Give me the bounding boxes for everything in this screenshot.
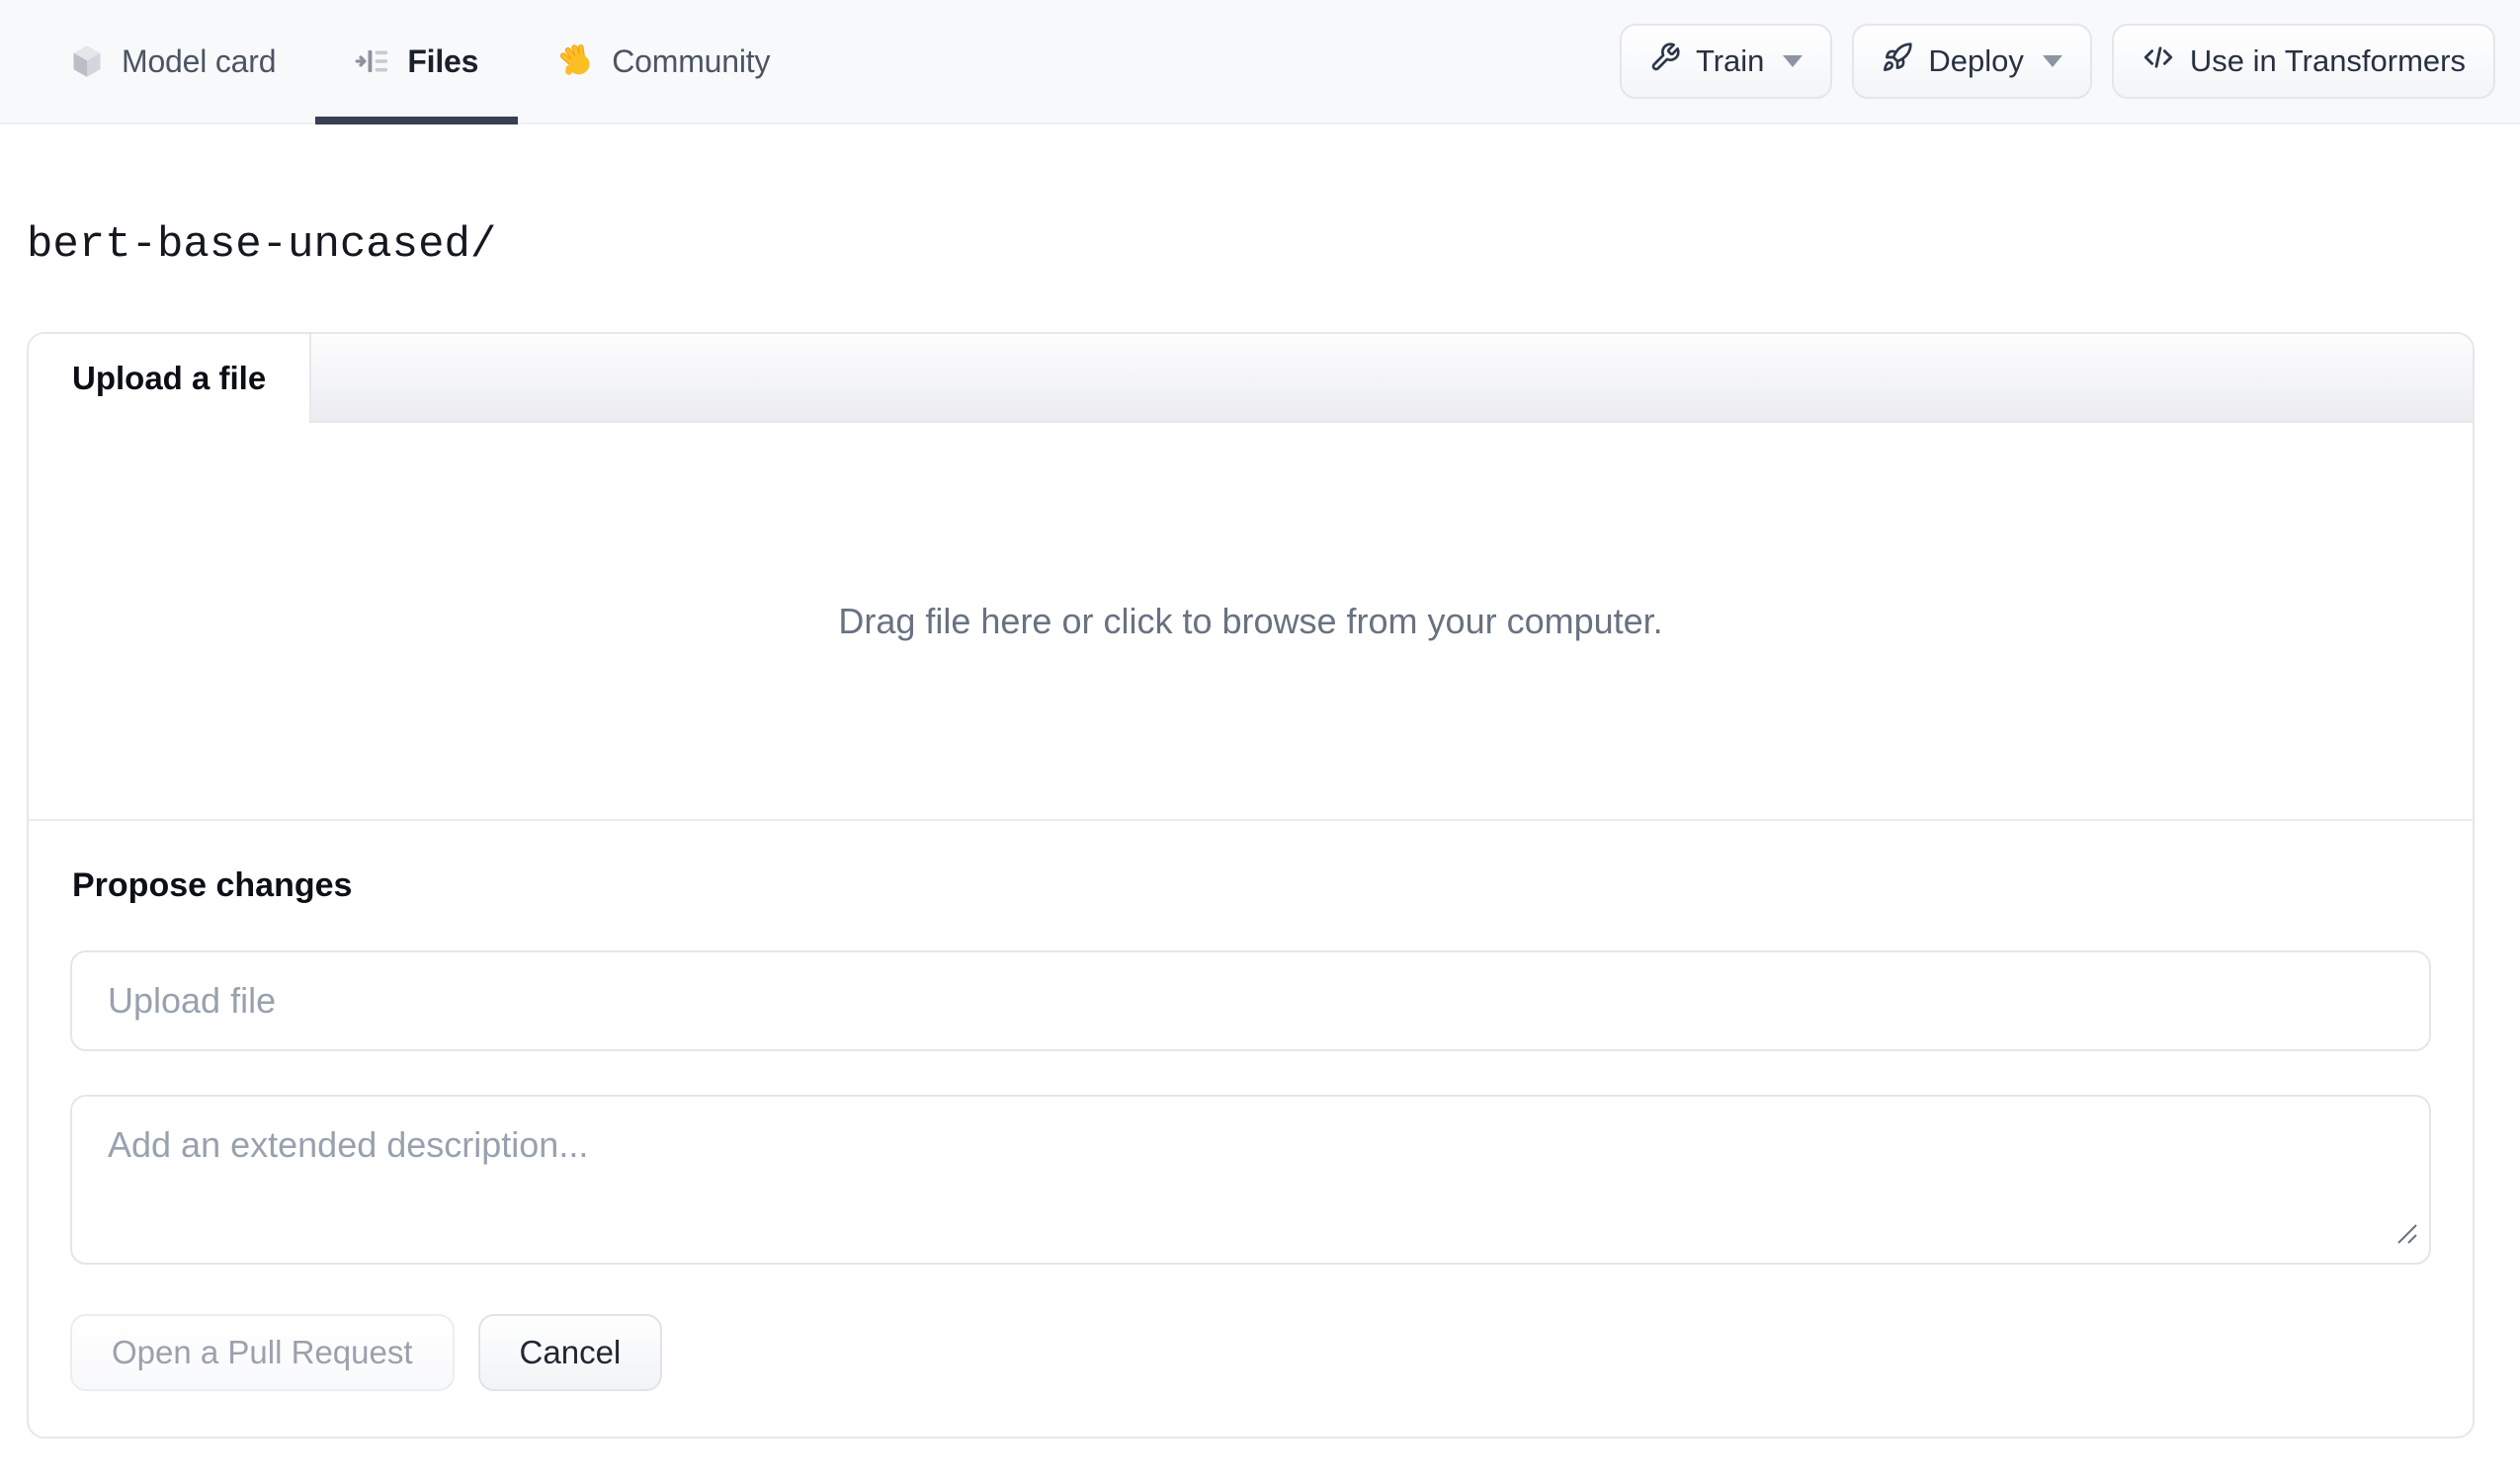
dropzone-hint-text: Drag file here or click to browse from y… xyxy=(838,600,1663,641)
tab-community-label: Community xyxy=(612,42,771,79)
tab-files-label: Files xyxy=(407,42,479,79)
repo-header: Model card Files Community Train Deploy … xyxy=(0,0,2520,124)
file-dropzone[interactable]: Drag file here or click to browse from y… xyxy=(29,423,2473,821)
waving-hand-icon xyxy=(557,42,595,80)
extended-description-textarea[interactable] xyxy=(70,1095,2431,1265)
chevron-down-icon xyxy=(1783,55,1804,67)
deploy-button[interactable]: Deploy xyxy=(1852,24,2092,99)
propose-changes-section: Propose changes Open a Pull Request Canc… xyxy=(29,821,2473,1437)
upload-card-tab-bar: Upload a file xyxy=(29,334,2473,423)
open-pull-request-button[interactable]: Open a Pull Request xyxy=(70,1314,455,1391)
use-in-transformers-button-label: Use in Transformers xyxy=(2189,43,2466,78)
train-button-label: Train xyxy=(1695,43,1765,78)
propose-changes-heading: Propose changes xyxy=(72,866,353,904)
tab-model-card[interactable]: Model card xyxy=(69,0,315,123)
chevron-down-icon xyxy=(2042,55,2062,67)
tab-upload-a-file[interactable]: Upload a file xyxy=(29,334,312,423)
breadcrumb-path: bert-base-uncased/ xyxy=(27,220,497,270)
textarea-resize-handle[interactable] xyxy=(2394,1220,2419,1251)
rocket-icon xyxy=(1882,41,1913,81)
deploy-button-label: Deploy xyxy=(1928,43,2024,78)
upload-file-input[interactable] xyxy=(70,950,2431,1051)
tab-model-card-label: Model card xyxy=(122,42,277,79)
wrench-icon xyxy=(1649,41,1681,81)
tab-files[interactable]: Files xyxy=(315,0,519,124)
upload-card-tab-bar-filler xyxy=(311,334,2473,423)
use-in-transformers-button[interactable]: Use in Transformers xyxy=(2111,24,2495,99)
files-list-icon xyxy=(355,43,390,79)
breadcrumb[interactable]: bert-base-uncased/ xyxy=(27,219,2520,271)
upload-card: Upload a file Drag file here or click to… xyxy=(27,332,2475,1439)
code-icon xyxy=(2142,41,2175,82)
repo-tab-bar: Model card Files Community xyxy=(0,0,809,124)
tab-community[interactable]: Community xyxy=(518,0,809,123)
train-button[interactable]: Train xyxy=(1619,24,1833,99)
extended-description-wrap xyxy=(70,1095,2431,1265)
repo-action-buttons: Train Deploy Use in Transformers xyxy=(1619,0,2495,123)
cube-icon xyxy=(69,43,105,79)
propose-actions-row: Open a Pull Request Cancel xyxy=(70,1314,2431,1391)
cancel-button[interactable]: Cancel xyxy=(477,1314,663,1391)
files-page-content: bert-base-uncased/ Upload a file Drag fi… xyxy=(0,219,2520,1439)
